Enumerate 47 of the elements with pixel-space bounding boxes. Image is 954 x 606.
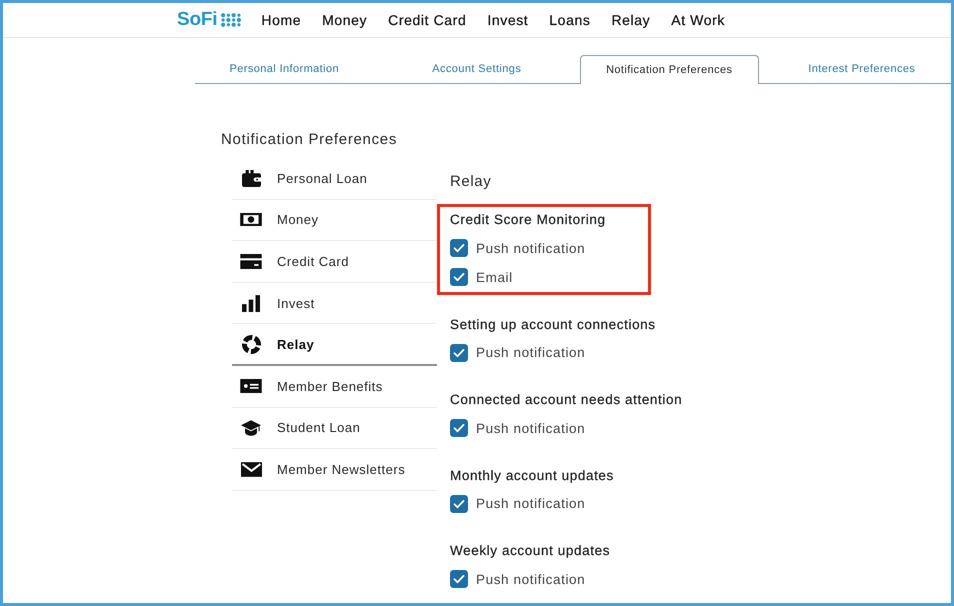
sidebar-item[interactable]: Personal Loan <box>232 158 437 200</box>
bar-chart-icon <box>242 294 260 312</box>
group-title: Setting up account connections <box>450 316 656 334</box>
nav-link[interactable]: Invest <box>487 12 528 28</box>
option-label: Push notification <box>476 572 586 586</box>
nav-link[interactable]: Relay <box>611 12 650 28</box>
group-title: Connected account needs attention <box>450 391 682 409</box>
checkbox[interactable] <box>450 239 468 257</box>
checkbox[interactable] <box>450 570 468 588</box>
checkbox[interactable] <box>450 419 468 437</box>
category-heading: Relay <box>450 172 492 192</box>
nav-link[interactable]: Home <box>261 12 302 28</box>
credit-card-icon <box>240 254 262 269</box>
wallet-icon <box>242 170 260 187</box>
sidebar-item[interactable]: Relay <box>232 324 437 366</box>
nav-link[interactable]: Credit Card <box>388 12 466 28</box>
option-label: Email <box>476 270 513 284</box>
sidebar-item[interactable]: Member Newsletters <box>232 449 437 491</box>
option-label: Push notification <box>476 345 586 360</box>
nav-link[interactable]: Money <box>322 12 368 28</box>
envelope-icon <box>240 462 262 477</box>
group-title: Monthly account updates <box>450 466 615 485</box>
banknote-icon <box>240 213 262 226</box>
id-card-icon <box>240 379 262 394</box>
segmented-ring-icon <box>242 334 260 354</box>
tab[interactable]: Notification Preferences <box>580 55 759 84</box>
dot-grid-icon <box>221 13 242 27</box>
option-label: Push notification <box>476 420 586 436</box>
tab[interactable]: Account Settings <box>388 55 566 83</box>
option-label: Push notification <box>476 240 586 256</box>
sidebar-item[interactable]: Student Loan <box>232 408 437 450</box>
tab[interactable]: Personal Information <box>195 55 374 83</box>
sidebar-item[interactable]: Member Benefits <box>232 366 437 408</box>
checkbox[interactable] <box>450 344 468 362</box>
group-title: Credit Score Monitoring <box>450 211 607 229</box>
tab[interactable]: Interest Preferences <box>772 55 951 83</box>
checkbox[interactable] <box>450 494 468 512</box>
sidebar-item[interactable]: Credit Card <box>232 241 437 283</box>
group-title: Weekly account updates <box>450 542 612 560</box>
section-title: Notification Preferences <box>221 130 398 150</box>
checkbox[interactable] <box>450 268 468 286</box>
sidebar-item[interactable]: Money <box>232 200 437 242</box>
option-label: Push notification <box>476 496 586 511</box>
nav-link[interactable]: At Work <box>671 12 725 28</box>
nav-link[interactable]: Loans <box>549 12 590 28</box>
sidebar-item[interactable]: Invest <box>232 282 437 324</box>
graduation-cap-icon <box>241 420 261 436</box>
